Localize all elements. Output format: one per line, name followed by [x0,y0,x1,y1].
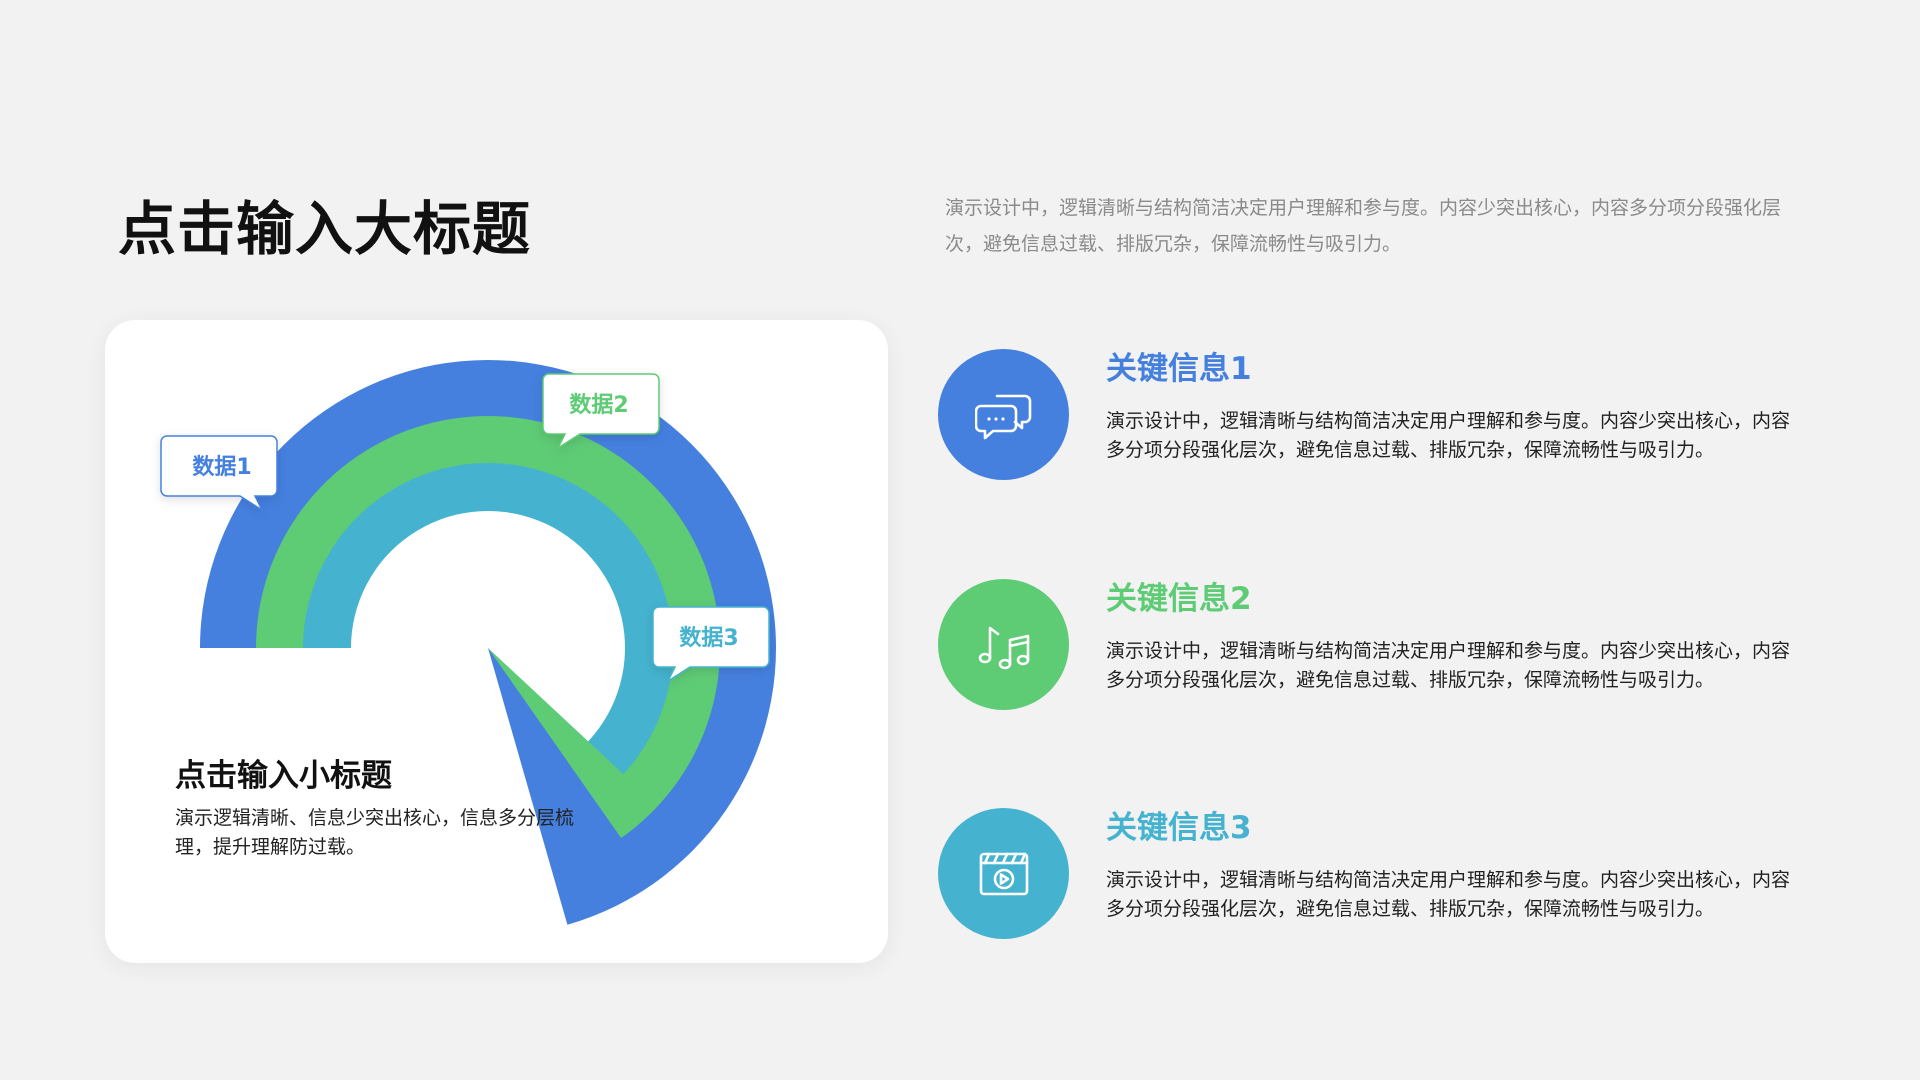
info-title-1: 关键信息1 [1106,351,1252,387]
video-clapper-icon [979,852,1028,895]
intro-text: 演示设计中，逻辑清晰与结构简洁决定用户理解和参与度。内容少突出核心，内容多分项分… [945,197,1782,255]
info-icon-circle-3 [938,808,1069,939]
info-item-1: 关键信息1 演示设计中，逻辑清晰与结构简洁决定用户理解和参与度。内容少突出核心，… [938,349,1838,489]
page-title: 点击输入大标题 [118,195,532,263]
info-desc-3: 演示设计中，逻辑清晰与结构简洁决定用户理解和参与度。内容少突出核心，内容多分项分… [1106,869,1791,920]
info-desc-1: 演示设计中，逻辑清晰与结构简洁决定用户理解和参与度。内容少突出核心，内容多分项分… [1106,410,1791,461]
info-desc-2: 演示设计中，逻辑清晰与结构简洁决定用户理解和参与度。内容少突出核心，内容多分项分… [1106,640,1791,691]
chart-card: 数据1 数据2 数据3 点击输入小标题 演示逻辑清晰、信息少突出核心，信息多分层… [105,320,888,963]
bubble-label-data1: 数据1 [192,454,251,480]
info-icon-circle-1 [938,349,1069,480]
info-icon-circle-2 [938,579,1069,710]
info-title-2: 关键信息2 [1106,581,1252,617]
bubble-label-data3: 数据3 [679,625,738,651]
bubble-label-data2: 数据2 [569,392,628,418]
info-title-3: 关键信息3 [1106,810,1252,846]
card-sub-desc: 演示逻辑清晰、信息少突出核心，信息多分层梳理，提升理解防过载。 [175,807,575,858]
ring-chart: 数据1 数据2 数据3 [160,359,777,925]
info-item-3: 关键信息3 演示设计中，逻辑清晰与结构简洁决定用户理解和参与度。内容少突出核心，… [938,808,1838,948]
card-sub-title: 点击输入小标题 [175,758,392,794]
music-notes-icon [978,626,1029,669]
info-item-2: 关键信息2 演示设计中，逻辑清晰与结构简洁决定用户理解和参与度。内容少突出核心，… [938,579,1838,719]
chat-bubbles-icon [974,394,1031,439]
